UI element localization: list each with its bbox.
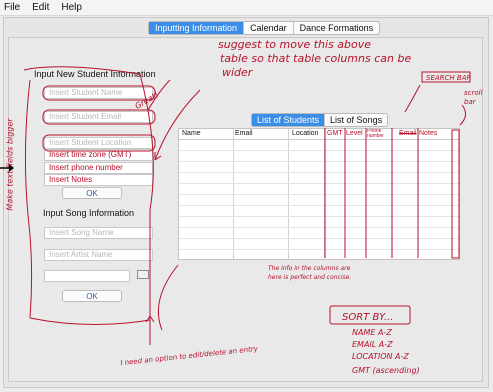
table-row <box>179 238 459 239</box>
annotation-table-note-2: here is perfect and concise. <box>268 274 352 281</box>
students-table[interactable]: Name Email Location GMT Level Phone numb… <box>178 128 460 260</box>
artist-name-input[interactable]: Insert Artist Name <box>44 249 153 261</box>
annotation-suggest-line1: suggest to move this above <box>218 38 372 51</box>
table-row <box>179 216 459 217</box>
annotation-suggest-line3: wider <box>222 66 253 79</box>
table-row <box>179 249 459 250</box>
annotation-search-bar: SEARCH BAR <box>426 74 472 82</box>
table-header: Name Email Location GMT Level Phone numb… <box>179 129 459 140</box>
column-header-notes[interactable]: Notes <box>419 129 437 139</box>
song-file-input[interactable] <box>44 270 130 282</box>
annotation-table-note-1: The info in the columns are <box>268 265 351 272</box>
tab-list-of-songs[interactable]: List of Songs <box>325 114 387 126</box>
annotation-suggest-line2: table so that table columns can be <box>220 52 412 65</box>
table-row <box>179 150 459 151</box>
column-header-email[interactable]: Email <box>235 129 253 139</box>
menu-file[interactable]: File <box>4 2 20 13</box>
song-ok-button[interactable]: OK <box>62 290 122 302</box>
column-header-location[interactable]: Location <box>292 129 318 139</box>
song-section-title: Input Song Information <box>43 208 135 218</box>
tab-dance-formations[interactable]: Dance Formations <box>294 22 380 34</box>
menu-bar: File Edit Help <box>0 0 493 16</box>
annotation-bigger-fields: Make text fields bigger <box>5 118 15 211</box>
student-email-input[interactable]: Insert Student Email <box>44 111 153 123</box>
annotation-sort-location: LOCATION A-Z <box>352 352 409 361</box>
tab-list-of-students[interactable]: List of Students <box>252 114 326 126</box>
student-ok-button[interactable]: OK <box>62 187 122 199</box>
column-header-phone[interactable]: Phone number <box>367 129 391 139</box>
column-header-email-struck: Email <box>399 130 417 137</box>
column-header-level[interactable]: Level <box>346 129 363 139</box>
table-row <box>179 161 459 162</box>
annotation-sort-email: EMAIL A-Z <box>352 340 393 349</box>
annotation-sort-title: SORT BY... <box>342 312 394 323</box>
student-phone-input[interactable]: Insert phone number <box>44 162 153 174</box>
menu-help[interactable]: Help <box>61 2 82 13</box>
menu-edit[interactable]: Edit <box>32 2 49 13</box>
student-notes-input[interactable]: Insert Notes <box>44 174 153 186</box>
table-row <box>179 183 459 184</box>
annotation-scroll-2: bar <box>464 98 476 106</box>
browse-button[interactable] <box>137 270 149 279</box>
column-header-name[interactable]: Name <box>182 129 201 139</box>
table-row <box>179 172 459 173</box>
column-header-gmt[interactable]: GMT <box>327 129 343 139</box>
list-tabs: List of Students List of Songs <box>251 113 389 127</box>
annotation-sort-name: NAME A-Z <box>352 328 392 337</box>
student-name-input[interactable]: Insert Student Name <box>44 87 153 99</box>
table-row <box>179 227 459 228</box>
table-row <box>179 194 459 195</box>
annotation-scroll-1: scroll <box>464 89 483 97</box>
student-location-input[interactable]: Insert Student Location <box>44 137 153 149</box>
table-row <box>179 205 459 206</box>
song-name-input[interactable]: Insert Song Name <box>44 227 153 239</box>
annotation-sort-gmt: GMT (ascending) <box>352 366 420 375</box>
student-timezone-input[interactable]: Insert time zone (GMT) <box>44 149 153 161</box>
tab-inputting-information[interactable]: Inputting Information <box>149 22 245 34</box>
main-tabs: Inputting Information Calendar Dance For… <box>148 21 381 35</box>
student-section-title: Input New Student Information <box>34 69 156 79</box>
tab-calendar[interactable]: Calendar <box>244 22 294 34</box>
